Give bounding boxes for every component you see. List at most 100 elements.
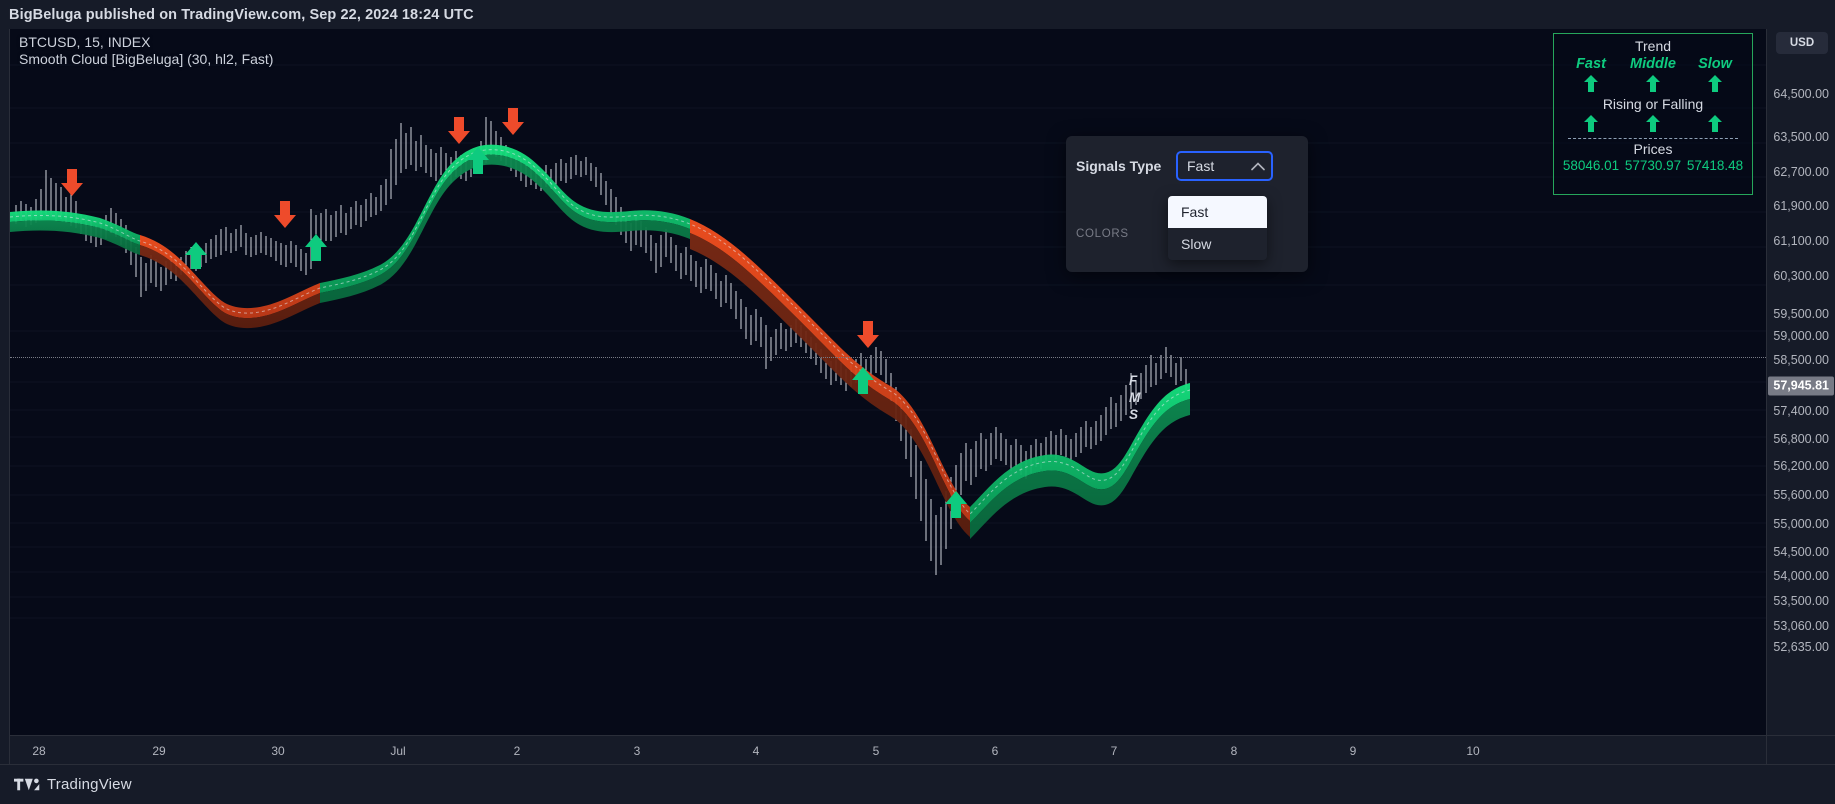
price-tick: 53,500.00 — [1773, 594, 1829, 608]
price-tick: 53,060.00 — [1773, 619, 1829, 633]
trend-column-headers: Fast Middle Slow — [1554, 56, 1752, 72]
price-tick: 60,300.00 — [1773, 269, 1829, 283]
publish-bar: BigBeluga published on TradingView.com, … — [0, 0, 1835, 29]
price-middle: 57730.97 — [1624, 158, 1682, 173]
arrow-up-icon — [1645, 115, 1660, 132]
arrow-up-icon — [1645, 75, 1660, 92]
arrow-up-icon — [1707, 115, 1722, 132]
time-tick: 8 — [1230, 744, 1238, 758]
tradingview-chart-screenshot: BigBeluga published on TradingView.com, … — [0, 0, 1835, 804]
time-tick: 7 — [1110, 744, 1118, 758]
time-tick: 6 — [991, 744, 999, 758]
tradingview-logo[interactable]: TradingView — [0, 776, 132, 793]
middle-line-label: M — [1129, 390, 1141, 405]
price-fast: 58046.01 — [1562, 158, 1620, 173]
signals-type-label: Signals Type — [1076, 158, 1162, 174]
publish-credit-text: BigBeluga published on TradingView.com, … — [9, 6, 474, 23]
sell-arrow — [61, 169, 83, 196]
price-tick: 55,000.00 — [1773, 517, 1829, 531]
trend-arrow-middle — [1622, 75, 1684, 92]
cloud-band-green-3 — [970, 383, 1190, 539]
trend-panel-title: Trend — [1634, 38, 1672, 54]
time-scale-corner — [1766, 735, 1835, 764]
dropdown-option-fast[interactable]: Fast — [1168, 196, 1267, 228]
prices-title: Prices — [1633, 141, 1673, 157]
price-slow: 57418.48 — [1686, 158, 1744, 173]
price-tick: 57,400.00 — [1773, 404, 1829, 418]
signals-type-value: Fast — [1187, 158, 1215, 174]
currency-chip[interactable]: USD — [1776, 32, 1828, 54]
price-tick: 64,500.00 — [1773, 87, 1829, 101]
price-bars — [15, 117, 1187, 575]
price-tick: 59,500.00 — [1773, 307, 1829, 321]
time-tick: Jul — [390, 744, 406, 758]
current-price-line — [10, 357, 1766, 358]
trend-info-panel: Trend Fast Middle Slow Rising or Falling… — [1553, 33, 1753, 195]
direction-arrow-middle — [1622, 115, 1684, 132]
colors-section-label: COLORS — [1076, 228, 1129, 240]
dropdown-option-slow[interactable]: Slow — [1168, 228, 1267, 260]
signals-type-select[interactable]: Fast — [1176, 151, 1273, 181]
cloud-band-green-2 — [320, 144, 690, 303]
price-tick: 61,900.00 — [1773, 199, 1829, 213]
prices-row: 58046.01 57730.97 57418.48 — [1554, 158, 1752, 173]
arrow-up-icon — [1707, 75, 1722, 92]
direction-arrows-row — [1554, 115, 1752, 132]
trend-panel-divider — [1568, 138, 1738, 139]
chevron-up-icon — [1251, 161, 1265, 170]
cloud-band-red-2 — [690, 219, 970, 537]
trend-column-middle: Middle — [1622, 56, 1684, 72]
direction-arrow-slow — [1684, 115, 1746, 132]
time-tick: 28 — [32, 744, 46, 758]
tradingview-wordmark: TradingView — [47, 776, 132, 793]
price-scale[interactable]: USD 64,500.00 63,500.00 62,700.00 61,900… — [1766, 29, 1835, 735]
trend-column-fast: Fast — [1560, 56, 1622, 72]
trend-arrows-row — [1554, 75, 1752, 92]
price-tick: 54,500.00 — [1773, 545, 1829, 559]
time-tick: 5 — [872, 744, 880, 758]
sell-arrow — [502, 108, 524, 135]
chart-canvas — [10, 64, 1766, 619]
price-tick: 54,000.00 — [1773, 569, 1829, 583]
trend-arrow-slow — [1684, 75, 1746, 92]
price-tick: 58,500.00 — [1773, 353, 1829, 367]
tradingview-mark-icon — [14, 778, 40, 791]
price-tick: 59,000.00 — [1773, 329, 1829, 343]
time-tick: 10 — [1466, 744, 1480, 758]
current-price-label: 57,945.81 — [1768, 376, 1834, 396]
cloud-band-red-1 — [140, 235, 320, 329]
arrow-up-icon — [1583, 115, 1598, 132]
time-scale[interactable]: 28 29 30 Jul 2 3 4 5 6 7 8 9 10 — [9, 735, 1766, 764]
price-tick: 52,635.00 — [1773, 640, 1829, 654]
signals-type-row: Signals Type Fast — [1076, 148, 1298, 184]
cloud-middle-line — [10, 149, 1191, 515]
price-tick: 55,600.00 — [1773, 488, 1829, 502]
sell-arrow — [857, 321, 879, 348]
signal-arrows — [61, 108, 967, 518]
arrow-up-icon — [1583, 75, 1598, 92]
cloud-band-green-left — [10, 210, 140, 255]
time-tick: 9 — [1349, 744, 1357, 758]
trend-arrow-fast — [1560, 75, 1622, 92]
price-tick: 56,200.00 — [1773, 459, 1829, 473]
chart-pane[interactable]: BTCUSD, 15, INDEX Smooth Cloud [BigBelug… — [9, 29, 1766, 735]
sell-arrow — [274, 201, 296, 228]
signals-type-dropdown[interactable]: Fast Slow — [1168, 196, 1267, 260]
time-tick: 29 — [152, 744, 166, 758]
trend-column-slow: Slow — [1684, 56, 1746, 72]
time-tick: 4 — [752, 744, 760, 758]
price-tick: 63,500.00 — [1773, 130, 1829, 144]
slow-line-label: S — [1129, 407, 1139, 422]
trend-column-label: Fast — [1576, 56, 1606, 72]
horizontal-gridlines — [10, 64, 1766, 619]
sell-arrow — [448, 117, 470, 144]
price-tick: 56,800.00 — [1773, 432, 1829, 446]
trend-column-label: Slow — [1698, 56, 1732, 72]
price-tick: 62,700.00 — [1773, 165, 1829, 179]
direction-arrow-fast — [1560, 115, 1622, 132]
buy-arrow — [185, 242, 207, 269]
fast-line-label: F — [1129, 373, 1138, 388]
price-tick: 61,100.00 — [1773, 234, 1829, 248]
time-tick: 30 — [271, 744, 285, 758]
time-tick: 3 — [633, 744, 641, 758]
